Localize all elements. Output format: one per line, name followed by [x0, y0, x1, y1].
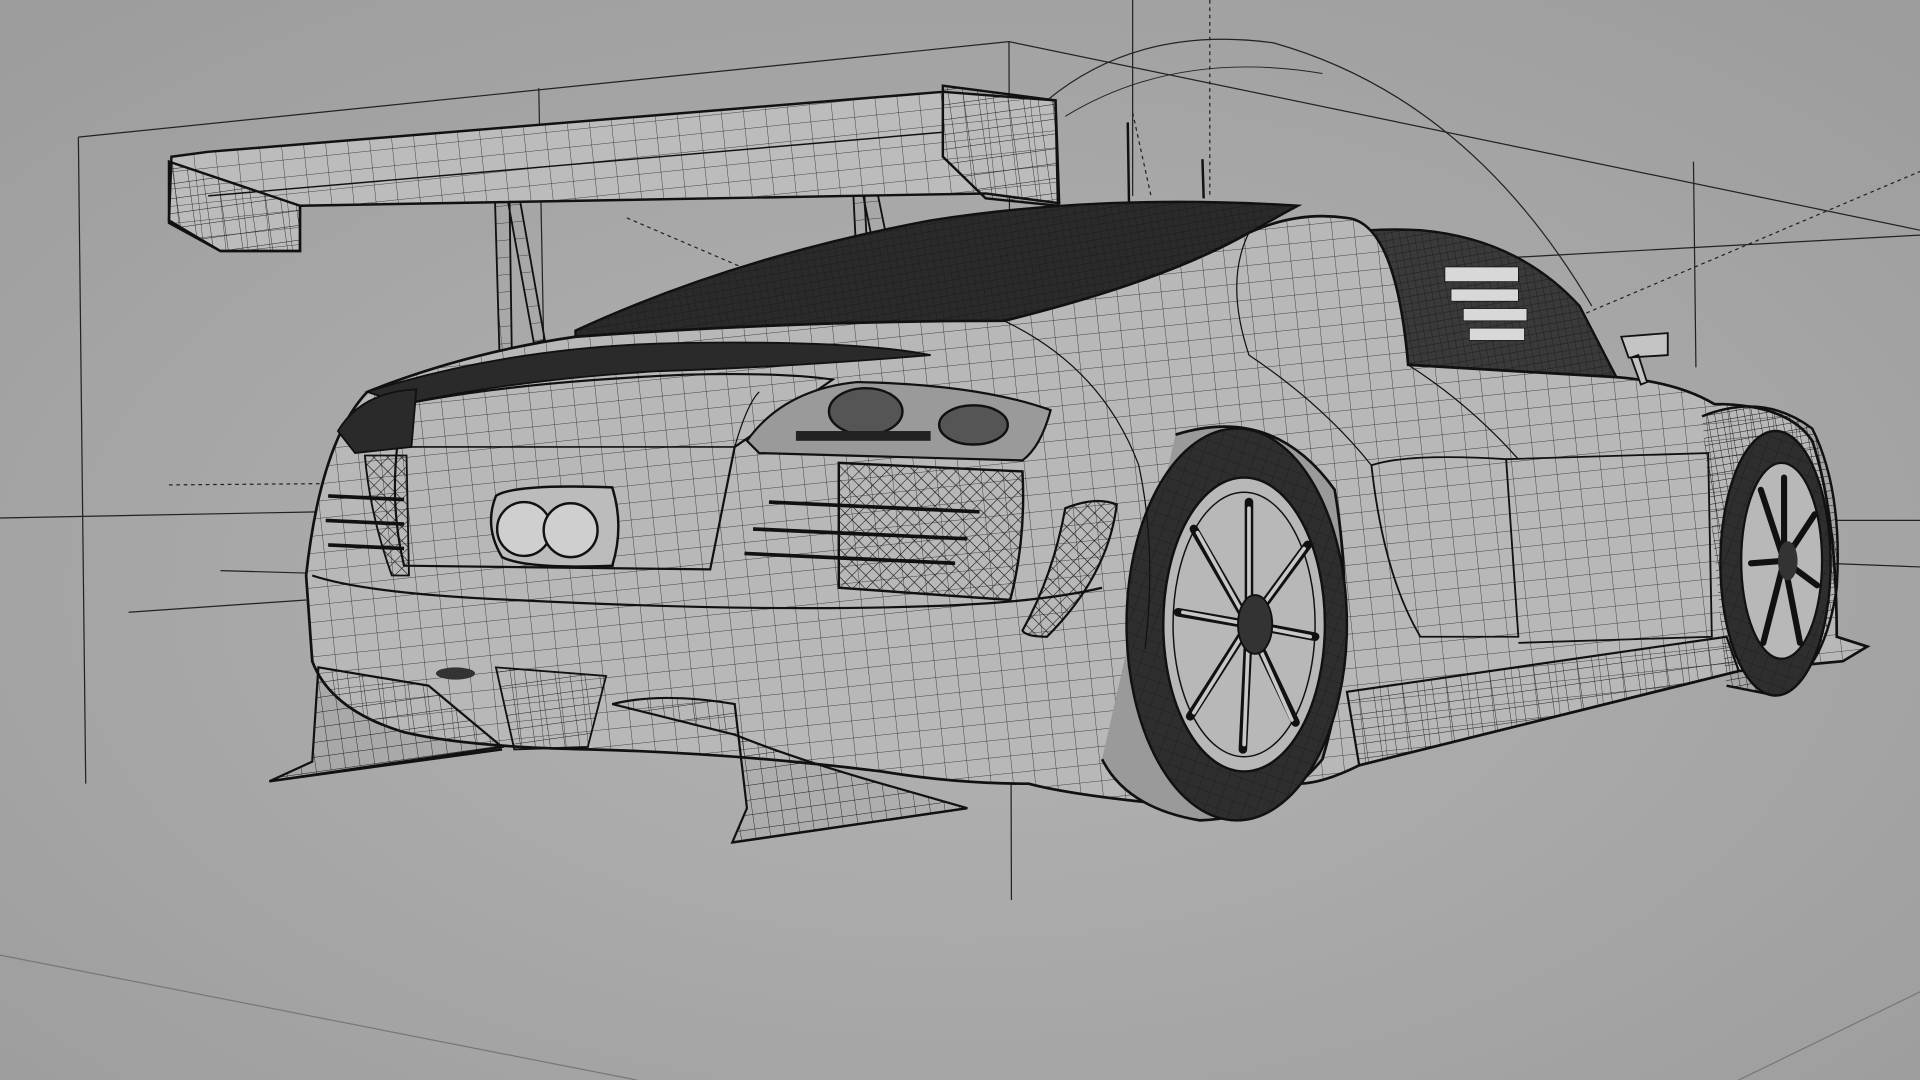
rear-grille-right	[837, 461, 1025, 602]
wireframe-render	[0, 0, 1920, 1080]
viewport	[0, 0, 1920, 1080]
tail-lamp-outer	[937, 404, 1009, 446]
tail-lamp-inner	[827, 386, 904, 436]
exhaust-pipe-right	[542, 502, 599, 559]
rear-hub	[1237, 594, 1274, 655]
